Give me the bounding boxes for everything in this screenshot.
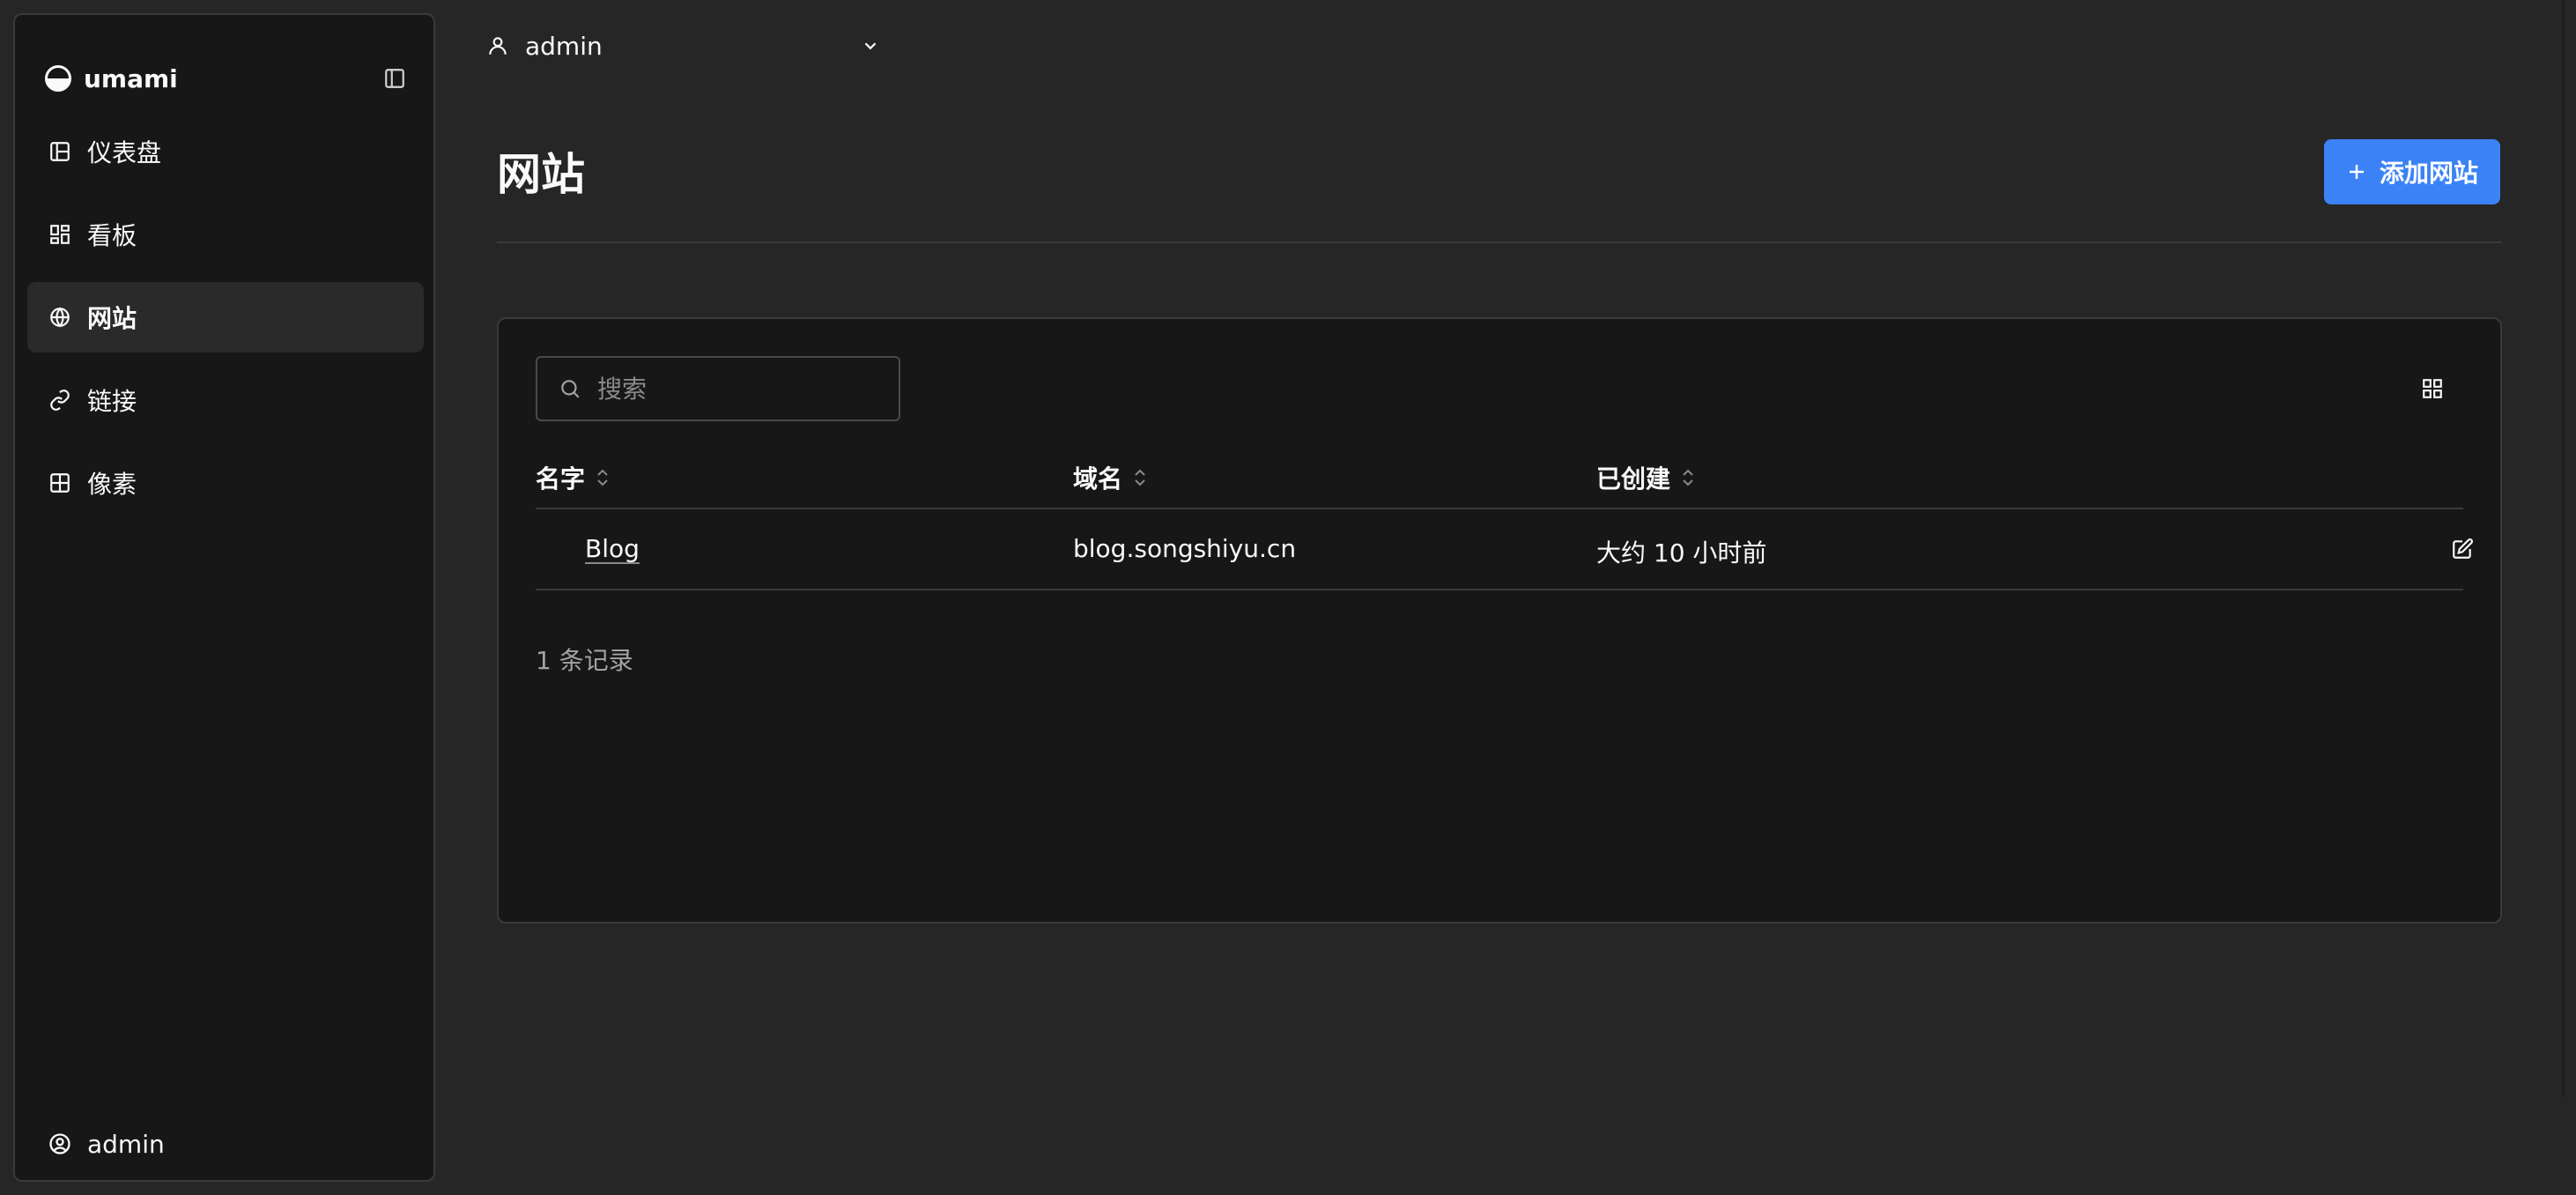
column-header-label: 域名: [1073, 464, 1123, 494]
search-box[interactable]: [536, 356, 900, 421]
page-title: 网站: [497, 149, 585, 200]
sidebar-item-label: 网站: [87, 304, 137, 333]
sidebar-item-label: 仪表盘: [87, 138, 162, 167]
search-input[interactable]: [596, 373, 895, 405]
team-user-selector[interactable]: admin: [485, 26, 890, 65]
scrollbar[interactable]: [2562, 0, 2565, 1097]
sidebar-item-boards[interactable]: 看板: [27, 199, 424, 270]
website-name-link[interactable]: Blog: [585, 534, 640, 563]
add-website-label: 添加网站: [2379, 159, 2478, 188]
user-icon: [485, 33, 511, 59]
sidebar-user-name: admin: [87, 1129, 165, 1159]
website-created: 大约 10 小时前: [1596, 538, 1767, 568]
sidebar-item-dashboard[interactable]: 仪表盘: [27, 116, 424, 187]
sidebar-panel-icon: [385, 69, 404, 88]
websites-panel: 名字 域名 已创建 Blog blog.songshiyu.cn 大约 10 小…: [497, 317, 2502, 924]
grid-view-button[interactable]: [2416, 372, 2449, 405]
column-header-label: 名字: [536, 464, 586, 494]
grid-view-icon: [2423, 379, 2442, 398]
sidebar-item-label: 像素: [87, 470, 137, 499]
umami-logo-icon: [45, 65, 71, 92]
table-row: Blog blog.songshiyu.cn 大约 10 小时前: [536, 511, 2473, 590]
pixel-grid-icon: [45, 468, 75, 498]
sidebar-item-pixels[interactable]: 像素: [27, 448, 424, 518]
header-divider: [497, 241, 2502, 243]
sidebar-item-websites[interactable]: 网站: [27, 282, 424, 353]
column-header-created[interactable]: 已创建: [1596, 460, 1697, 495]
column-header-label: 已创建: [1596, 464, 1671, 494]
dashboard-icon: [45, 137, 75, 167]
edit-website-button[interactable]: [2447, 534, 2477, 564]
table-header: 名字 域名 已创建: [536, 460, 2463, 509]
column-header-name[interactable]: 名字: [536, 460, 611, 495]
sidebar-toggle-button[interactable]: [380, 63, 410, 93]
sort-icon: [1131, 466, 1149, 489]
sort-icon: [594, 466, 611, 489]
column-header-domain[interactable]: 域名: [1073, 460, 1149, 495]
brand-name: umami: [84, 63, 178, 93]
sidebar: umami 仪表盘 看板 网站 链接 像素 admin: [13, 13, 435, 1182]
add-website-button[interactable]: 添加网站: [2324, 139, 2500, 204]
sidebar-user-menu[interactable]: admin: [45, 1129, 165, 1159]
search-icon: [557, 375, 583, 402]
sidebar-item-label: 看板: [87, 221, 137, 250]
globe-icon: [45, 302, 75, 332]
user-circle-icon: [45, 1129, 75, 1159]
website-domain: blog.songshiyu.cn: [1073, 534, 1297, 563]
sidebar-nav: 仪表盘 看板 网站 链接 像素: [27, 116, 424, 531]
boards-icon: [45, 219, 75, 249]
sidebar-item-label: 链接: [87, 387, 137, 416]
record-count: 1 条记录: [536, 646, 633, 675]
chevron-down-icon: [858, 33, 883, 58]
sort-icon: [1679, 466, 1697, 489]
topbar-user-name: admin: [525, 31, 603, 61]
sidebar-item-links[interactable]: 链接: [27, 365, 424, 435]
edit-icon: [2453, 538, 2473, 559]
brand[interactable]: umami: [45, 61, 178, 96]
plus-icon: [2346, 161, 2367, 182]
link-icon: [45, 385, 75, 415]
